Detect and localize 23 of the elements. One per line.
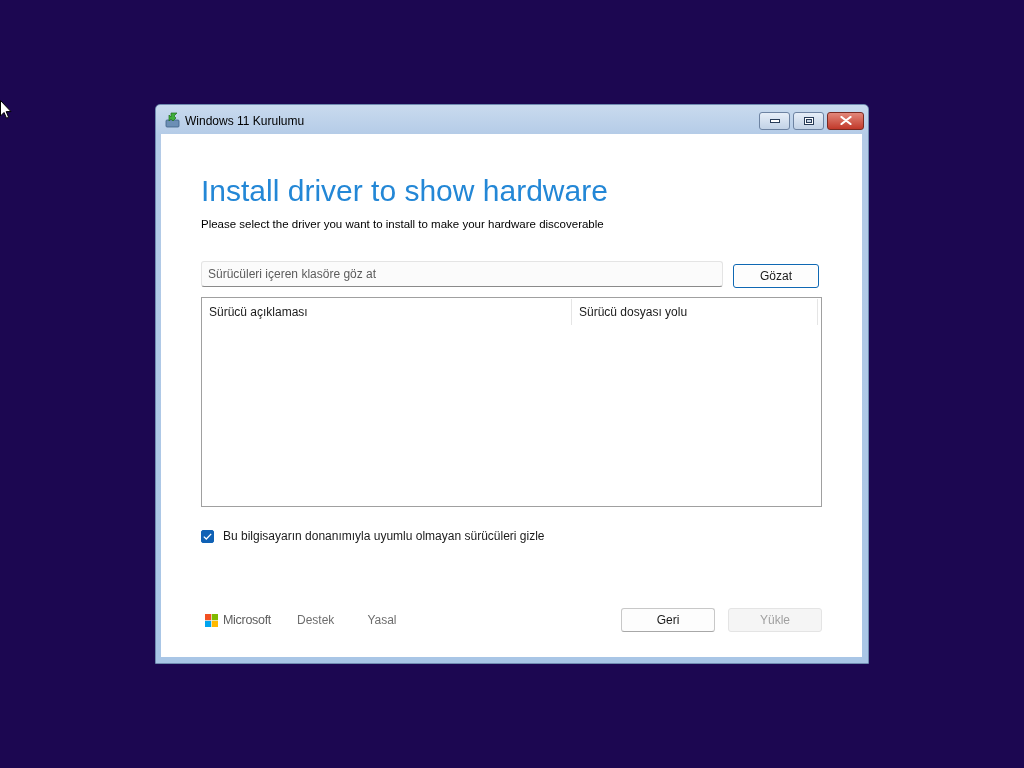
maximize-button[interactable]: [793, 111, 824, 130]
column-header[interactable]: Sürücü dosyası yolu: [572, 299, 818, 325]
brand-name: Microsoft: [223, 613, 271, 627]
minimize-icon: [769, 118, 780, 123]
page-heading: Install driver to show hardware: [201, 173, 609, 209]
nav-button[interactable]: Geri: [621, 608, 715, 632]
checkbox-label[interactable]: Bu bilgisayarın donanımıyla uyumlu olmayan sürücüleri gizle: [223, 529, 545, 543]
mouse-pointer-icon: [0, 100, 12, 119]
close-button[interactable]: [827, 111, 864, 130]
folder-path-field[interactable]: Sürücüleri içeren klasöre göz at: [201, 261, 723, 287]
browse-button[interactable]: Gözat: [733, 264, 819, 288]
footer-link[interactable]: Destek: [297, 613, 335, 627]
four-squares-logo-icon: [205, 613, 218, 627]
checkmark-icon: [203, 532, 212, 540]
close-icon: [839, 116, 852, 125]
minimize-button[interactable]: [759, 111, 790, 130]
window-title: Windows 11 Kurulumu: [185, 114, 305, 128]
arrow-into-tray-icon: [165, 111, 181, 128]
column-header[interactable]: Sürücü açıklaması: [202, 299, 572, 325]
instruction-text: Please select the driver you want to install to make your hardware discoverable: [201, 217, 605, 231]
checkbox[interactable]: [201, 529, 214, 543]
maximize-icon: [803, 116, 814, 125]
footer-link[interactable]: Yasal: [367, 613, 397, 627]
